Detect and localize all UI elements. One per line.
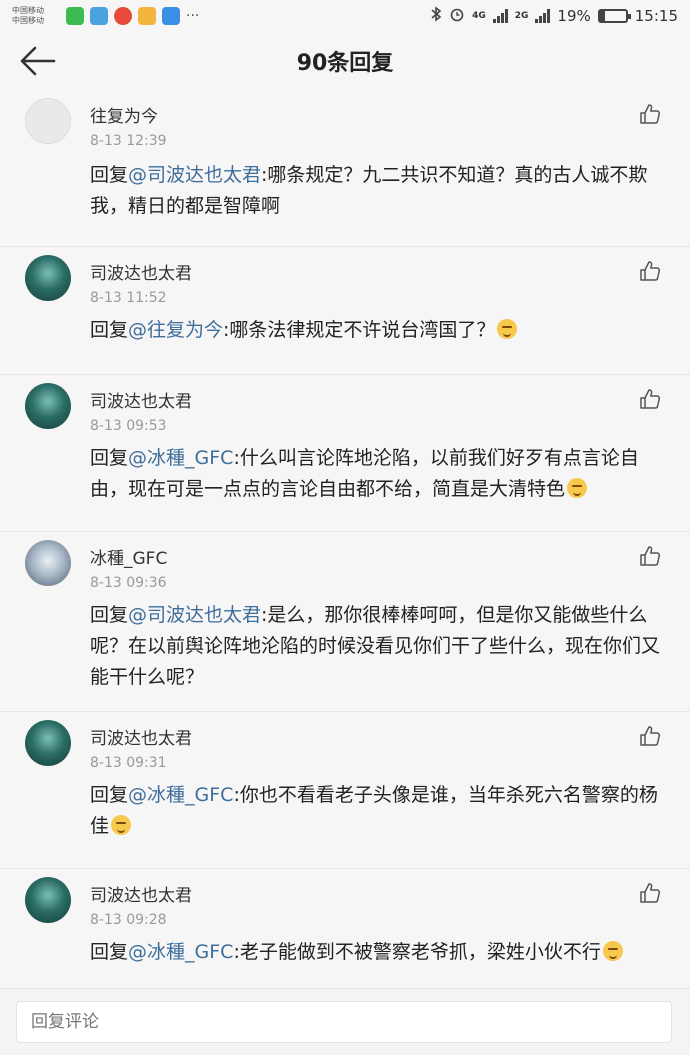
thumbs-up-icon[interactable] (638, 259, 662, 283)
comment-item[interactable]: 冰種_GFC 8-13 09:36 回复@司波达也太君:是么，那你很棒棒呵呵，但… (0, 532, 690, 712)
app-store-icon (90, 7, 108, 25)
avatar[interactable] (25, 540, 71, 586)
more-notifications: ··· (186, 8, 200, 24)
thumbs-up-icon[interactable] (638, 387, 662, 411)
weibo-icon (114, 7, 132, 25)
smirk-emoji-icon (602, 941, 623, 961)
app-header: 90条回复 (0, 32, 690, 90)
notification-icons: ··· (66, 7, 199, 25)
smirk-emoji-icon (567, 478, 588, 498)
clock: 15:15 (634, 7, 678, 25)
reply-prefix: 回复 (90, 447, 129, 469)
mention-link[interactable]: @冰種_GFC (128, 941, 233, 963)
reply-prefix: 回复 (90, 164, 129, 186)
comment-body: 回复@往复为今:哪条法律规定不许说台湾国了？ (90, 315, 668, 346)
app-icon (138, 7, 156, 25)
comment-body: 回复@冰種_GFC:老子能做到不被警察老爷抓，梁姓小伙不行 (90, 937, 668, 968)
reply-list: 往复为今 8-13 12:39 回复@司波达也太君:哪条规定？九二共识不知道？真… (0, 90, 690, 989)
comment-username[interactable]: 冰種_GFC (90, 544, 167, 569)
avatar[interactable] (25, 255, 71, 301)
comment-time: 8-13 09:28 (90, 912, 167, 928)
comment-username[interactable]: 往复为今 (90, 102, 158, 127)
avatar[interactable] (25, 877, 71, 923)
comment-username[interactable]: 司波达也太君 (90, 387, 192, 412)
battery-percent: 19% (557, 7, 591, 25)
signal-icon (492, 9, 508, 23)
comment-time: 8-13 11:52 (90, 290, 167, 306)
carrier-2: 中国移动 (12, 16, 44, 25)
thumbs-up-icon[interactable] (638, 724, 662, 748)
comment-item[interactable]: 司波达也太君 8-13 09:53 回复@冰種_GFC:什么叫言论阵地沦陷，以前… (0, 375, 690, 532)
page-title: 90条回复 (296, 51, 394, 76)
battery-fill (599, 11, 605, 21)
smirk-emoji-icon (111, 815, 132, 835)
avatar[interactable] (25, 383, 71, 429)
alarm-icon (449, 6, 465, 26)
comment-time: 8-13 12:39 (90, 133, 167, 149)
comment-time: 8-13 09:36 (90, 575, 167, 591)
reply-prefix: 回复 (90, 784, 129, 806)
carrier-info: 中国移动 中国移动 (12, 6, 60, 26)
status-bar: 中国移动 中国移动 ··· 4G 2G 19% 15:15 (0, 0, 690, 32)
comment-username[interactable]: 司波达也太君 (90, 881, 192, 906)
mention-link[interactable]: @冰種_GFC (128, 784, 233, 806)
reply-prefix: 回复 (90, 319, 129, 341)
thumbs-up-icon[interactable] (638, 102, 662, 126)
reply-prefix: 回复 (90, 604, 129, 626)
avatar[interactable] (25, 98, 71, 144)
comment-username[interactable]: 司波达也太君 (90, 259, 192, 284)
reply-prefix: 回复 (90, 941, 129, 963)
comment-text: :老子能做到不被警察老爷抓，梁姓小伙不行 (233, 941, 601, 963)
smirk-emoji-icon (497, 319, 518, 339)
comment-body: 回复@冰種_GFC:什么叫言论阵地沦陷，以前我们好歹有点言论自由，现在可是一点点… (90, 443, 668, 505)
battery-icon (597, 9, 631, 23)
avatar[interactable] (25, 720, 71, 766)
comment-time: 8-13 09:31 (90, 755, 167, 771)
comment-text: :哪条法律规定不许说台湾国了？ (223, 319, 496, 341)
signal-icon-2 (535, 9, 551, 23)
browser-icon (162, 7, 180, 25)
mention-link[interactable]: @冰種_GFC (128, 447, 233, 469)
mention-link[interactable]: @往复为今 (128, 319, 223, 341)
comment-time: 8-13 09:53 (90, 418, 167, 434)
bluetooth-icon (430, 6, 442, 26)
thumbs-up-icon[interactable] (638, 544, 662, 568)
comment-body: 回复@冰種_GFC:你也不看看老子头像是谁，当年杀死六名警察的杨佳 (90, 780, 668, 842)
mention-link[interactable]: @司波达也太君 (128, 604, 261, 626)
network-type-2: 2G (514, 10, 529, 21)
system-status: 4G 2G 19% 15:15 (430, 6, 678, 26)
wechat-icon (66, 7, 84, 25)
carrier-1: 中国移动 (12, 6, 44, 15)
comment-item[interactable]: 司波达也太君 8-13 11:52 回复@往复为今:哪条法律规定不许说台湾国了？ (0, 247, 690, 375)
comment-body: 回复@司波达也太君:是么，那你很棒棒呵呵，但是你又能做些什么呢？在以前舆论阵地沦… (90, 600, 668, 693)
thumbs-up-icon[interactable] (638, 881, 662, 905)
reply-comment-input[interactable] (16, 1001, 672, 1043)
comment-item[interactable]: 司波达也太君 8-13 09:31 回复@冰種_GFC:你也不看看老子头像是谁，… (0, 712, 690, 869)
back-arrow-icon[interactable] (18, 44, 58, 78)
comment-body: 回复@司波达也太君:哪条规定？九二共识不知道？真的古人诚不欺我，精日的都是智障啊 (90, 160, 668, 222)
comment-username[interactable]: 司波达也太君 (90, 724, 192, 749)
reply-bar (0, 988, 690, 1055)
comment-item[interactable]: 往复为今 8-13 12:39 回复@司波达也太君:哪条规定？九二共识不知道？真… (0, 90, 690, 247)
comment-item[interactable]: 司波达也太君 8-13 09:28 回复@冰種_GFC:老子能做到不被警察老爷抓… (0, 869, 690, 989)
mention-link[interactable]: @司波达也太君 (128, 164, 261, 186)
network-type-1: 4G (472, 10, 486, 21)
